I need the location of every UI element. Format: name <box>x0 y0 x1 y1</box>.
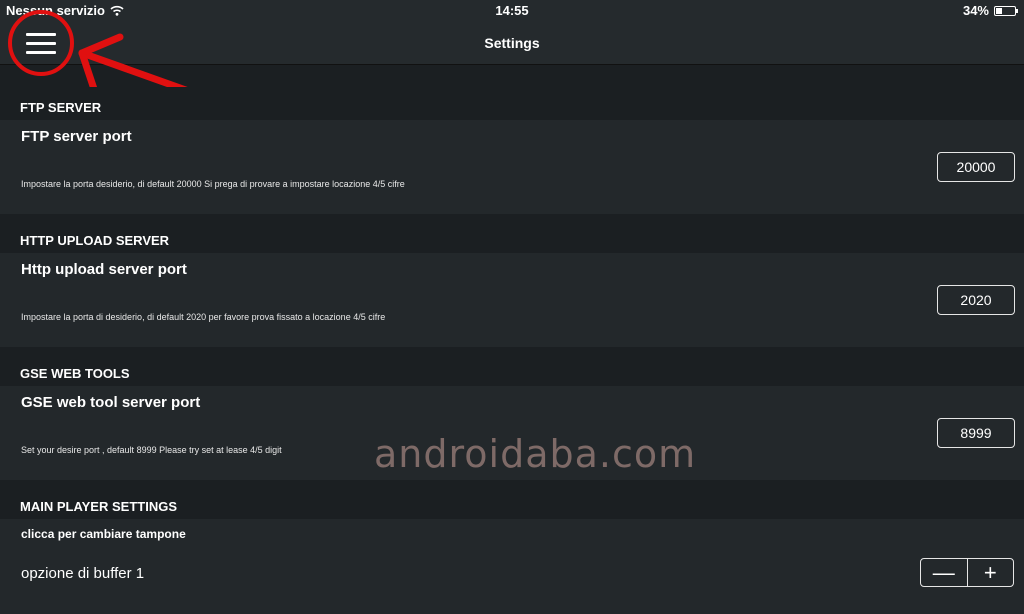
buffer-option-label: opzione di buffer 1 <box>21 565 145 582</box>
battery-icon <box>994 5 1018 16</box>
setting-description: Set your desire port , default 8999 Plea… <box>21 445 282 455</box>
section-header-ftp: FTP SERVER <box>0 87 1024 120</box>
setting-http-port: Http upload server port Impostare la por… <box>0 253 1024 347</box>
setting-label: clicca per cambiare tampone <box>21 527 186 541</box>
status-bar: Nessun servizio 14:55 34% <box>0 0 1024 22</box>
setting-description: Impostare la porta di desiderio, di defa… <box>21 312 386 322</box>
ftp-port-input[interactable] <box>937 152 1015 182</box>
section-header-gse: GSE WEB TOOLS <box>0 353 1024 386</box>
setting-label: GSE web tool server port <box>21 394 201 411</box>
setting-description: Impostare la porta desiderio, di default… <box>21 179 405 189</box>
increment-button[interactable]: + <box>966 559 1014 586</box>
page-title: Settings <box>484 35 540 51</box>
http-port-input[interactable] <box>937 285 1015 315</box>
battery-indicator: 34% <box>962 3 1018 18</box>
setting-label: Http upload server port <box>21 261 187 278</box>
buffer-stepper[interactable]: — + <box>920 558 1014 587</box>
setting-buffer: clicca per cambiare tampone opzione di b… <box>0 519 1024 614</box>
nav-bar: Settings <box>0 10 1024 76</box>
setting-label: FTP server port <box>21 128 132 145</box>
setting-ftp-port: FTP server port Impostare la porta desid… <box>0 120 1024 214</box>
watermark: androidaba.com <box>374 432 697 476</box>
battery-percent: 34% <box>962 3 989 18</box>
gse-port-input[interactable] <box>937 418 1015 448</box>
clock: 14:55 <box>495 3 529 18</box>
section-header-http: HTTP UPLOAD SERVER <box>0 220 1024 253</box>
section-header-player: MAIN PLAYER SETTINGS <box>0 486 1024 519</box>
decrement-button[interactable]: — <box>921 559 967 586</box>
